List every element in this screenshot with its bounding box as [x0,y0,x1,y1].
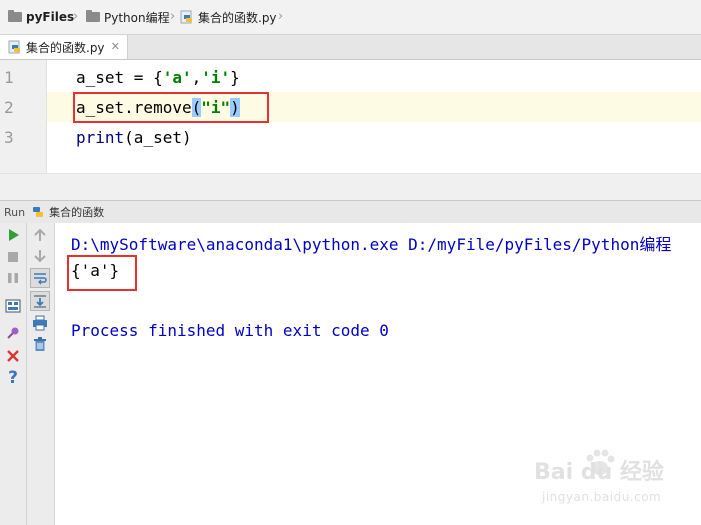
help-button[interactable]: ? [3,368,23,388]
run-config-tab[interactable]: 集合的函数 [31,204,104,220]
run-toolbar: ? [0,223,27,525]
annotation-box [73,92,269,123]
clear-console-button[interactable] [30,334,50,354]
pin-icon [7,327,19,339]
close-icon [7,350,19,362]
tab-file[interactable]: 集合的函数.py ✕ [0,35,128,59]
console-command-line: D:\mySoftware\anaconda1\python.exe D:/my… [71,235,672,254]
close-icon[interactable]: ✕ [111,40,120,53]
console-exit-line: Process finished with exit code 0 [71,321,389,340]
breadcrumb-label: 集合的函数.py [198,10,277,25]
print-button[interactable] [30,313,50,333]
code-editor[interactable]: 1 2 3 a_set = {'a','i'} a_set.remove("i"… [0,60,701,173]
code-token: , [191,68,202,87]
stop-icon [8,252,18,262]
scroll-end-icon [34,295,46,308]
wrap-icon [34,273,47,285]
string-token: 'a' [162,68,192,87]
folder-icon [86,10,100,22]
stop-button[interactable] [3,247,23,267]
line-number: 3 [4,128,14,147]
code-token: (a_set) [124,128,192,147]
run-label: Run [4,205,26,219]
breadcrumb-item-python[interactable]: Python编程 [86,0,170,34]
annotation-box [67,255,137,291]
chevron-right-icon: › [73,9,79,24]
python-file-icon [180,10,192,24]
watermark-text: Bai du 经验 [534,460,664,485]
question-icon: ? [8,368,18,388]
folder-icon [8,10,22,22]
code-line-1[interactable]: a_set = {'a','i'} [76,68,240,87]
watermark: Bai du 经验 jingyan.baidu.com [528,448,668,518]
breadcrumb-label: pyFiles [26,10,75,24]
console-toolbar [27,223,55,525]
tab-label: 集合的函数.py [26,40,105,55]
chevron-right-icon: › [170,9,176,24]
breadcrumb: pyFiles › Python编程 › 集合的函数.py › [0,0,701,35]
line-number: 2 [4,98,14,117]
breadcrumb-label: Python编程 [104,10,170,25]
arrow-down-icon [34,250,46,263]
run-config-label: 集合的函数 [49,206,105,219]
soft-wrap-button[interactable] [30,268,50,288]
keyword-token: print [76,128,125,147]
scroll-up-button[interactable] [30,225,50,245]
pause-button[interactable] [3,268,23,288]
run-panel-header: Run 集合的函数 [0,200,701,224]
layout-button[interactable] [3,296,23,316]
breadcrumb-item-file[interactable]: 集合的函数.py [180,0,277,34]
layout-icon [5,299,21,313]
close-run-button[interactable] [3,346,23,366]
rerun-button[interactable] [3,225,23,245]
python-file-icon [8,40,20,54]
line-number: 1 [4,68,14,87]
scroll-down-button[interactable] [30,246,50,266]
code-token: } [230,68,240,87]
watermark-url: jingyan.baidu.com [542,490,662,504]
chevron-right-icon: › [278,9,284,24]
code-line-3[interactable]: print(a_set) [76,128,192,147]
pause-icon [8,273,18,283]
code-token: a_set = { [76,68,163,87]
pin-button[interactable] [3,323,23,343]
scroll-to-end-button[interactable] [30,291,50,311]
arrow-up-icon [34,228,46,241]
python-icon [33,207,44,217]
printer-icon [33,315,47,331]
play-icon [9,229,19,241]
trash-icon [34,337,46,351]
breadcrumb-item-pyfiles[interactable]: pyFiles [8,0,74,34]
editor-empty-area [0,173,701,200]
editor-tab-bar: 集合的函数.py ✕ [0,35,701,60]
string-token: 'i' [201,68,231,87]
